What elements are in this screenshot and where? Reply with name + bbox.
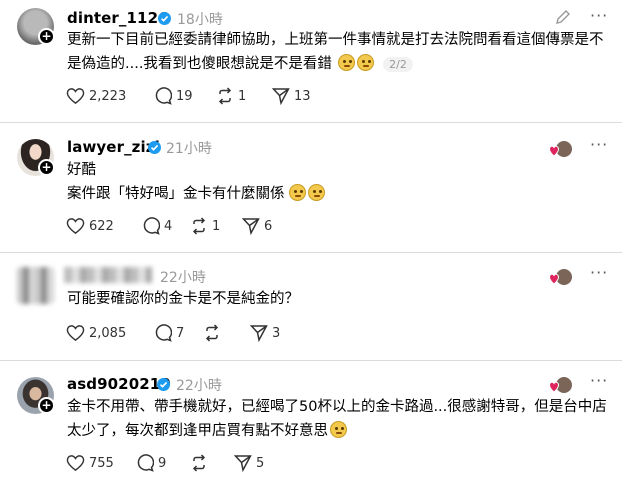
more-options-icon[interactable]: ···: [590, 263, 608, 282]
timestamp: 21小時: [166, 141, 212, 157]
share-button[interactable]: 3: [250, 323, 280, 343]
verified-badge-icon: [157, 378, 170, 391]
repost-button[interactable]: [203, 323, 225, 343]
comment-button[interactable]: 19: [154, 86, 193, 106]
page-indicator[interactable]: 2/2: [383, 57, 413, 72]
post-text: 金卡不用帶、帶手機就好，已經喝了50杯以上的金卡路過...很感謝特哥，但是台中店…: [67, 399, 607, 439]
like-button[interactable]: 622: [66, 216, 114, 236]
share-icon: [242, 218, 260, 235]
more-options-icon[interactable]: ···: [590, 6, 608, 25]
username[interactable]: dinter_1126: [67, 9, 169, 27]
repost-icon: [192, 217, 206, 235]
comment-post-3: 22小時 ··· 可能要確認你的金卡是不是純金的？ 2,085 7 3: [0, 253, 622, 360]
face-emoji: [330, 421, 347, 438]
share-count: 13: [294, 88, 311, 104]
heart-icon: [66, 455, 85, 472]
heart-icon: [66, 325, 85, 342]
username[interactable]: lawyer_zizi: [67, 138, 160, 156]
face-emoji: [356, 54, 374, 71]
post-text: 好酷 案件跟「特好喝」金卡有什麼關係: [67, 158, 607, 206]
like-count: 2,085: [89, 325, 127, 341]
share-count: 3: [272, 325, 281, 341]
author-liked-icon: [549, 269, 572, 285]
post-text: 更新一下目前已經委請律師協助，上班第一件事情就是打去法院問看看這個傳票是不是偽造…: [67, 32, 604, 72]
face-emoji: [307, 184, 325, 201]
timestamp: 22小時: [176, 378, 222, 394]
action-bar: 2,085 7 3: [66, 323, 366, 343]
share-button[interactable]: 13: [272, 86, 311, 106]
comment-count: 9: [158, 455, 167, 471]
timestamp: 22小時: [160, 270, 206, 286]
comment-button[interactable]: 4: [142, 216, 172, 236]
share-count: 5: [256, 455, 265, 471]
share-button[interactable]: 6: [242, 216, 272, 236]
more-options-icon[interactable]: ···: [590, 135, 608, 154]
username-redacted[interactable]: [64, 267, 152, 283]
action-bar: 2,223 19 1 13: [66, 86, 366, 106]
verified-badge-icon: [158, 12, 171, 25]
repost-count: 1: [238, 88, 247, 104]
repost-count: 1: [212, 218, 221, 234]
repost-button[interactable]: 1: [190, 216, 220, 236]
comment-icon: [137, 454, 154, 472]
comment-post-4: + asd9020210 22小時 ··· 金卡不用帶、帶手機就好，已經喝了50…: [0, 361, 622, 483]
like-count: 2,223: [89, 88, 127, 104]
comment-post-1: + dinter_1126 18小時 ··· 更新一下目前已經委請律師協助，上班…: [0, 0, 622, 120]
comment-button[interactable]: 7: [154, 323, 184, 343]
like-button[interactable]: 2,085: [66, 323, 126, 343]
like-button[interactable]: 755: [66, 453, 114, 473]
post-text: 可能要確認你的金卡是不是純金的？: [67, 291, 299, 307]
avatar[interactable]: [17, 267, 54, 304]
like-count: 755: [89, 455, 114, 471]
face-emoji: [337, 54, 355, 71]
follow-plus-icon[interactable]: +: [38, 28, 55, 45]
comment-icon: [143, 217, 160, 235]
repost-icon: [192, 454, 206, 472]
repost-icon: [218, 87, 232, 105]
verified-badge-icon: [148, 141, 161, 154]
username[interactable]: asd9020210: [67, 375, 171, 393]
heart-icon: [66, 218, 85, 235]
like-button[interactable]: 2,223: [66, 86, 126, 106]
face-emoji: [288, 184, 306, 201]
follow-plus-icon[interactable]: +: [38, 159, 55, 176]
comment-count: 4: [164, 218, 173, 234]
repost-button[interactable]: 1: [216, 86, 246, 106]
action-bar: 622 4 1 6: [66, 216, 366, 236]
comment-count: 19: [176, 88, 193, 104]
share-icon: [272, 88, 290, 105]
share-count: 6: [264, 218, 273, 234]
comment-post-2: + lawyer_zizi 21小時 ··· 好酷 案件跟「特好喝」金卡有什麼關…: [0, 123, 622, 251]
comment-icon: [155, 324, 172, 342]
edit-icon[interactable]: [554, 8, 572, 26]
repost-button[interactable]: [190, 453, 212, 473]
author-liked-icon: [549, 377, 572, 393]
timestamp: 18小時: [177, 12, 223, 28]
repost-icon: [205, 324, 219, 342]
more-options-icon[interactable]: ···: [590, 371, 608, 390]
comment-button[interactable]: 9: [136, 453, 166, 473]
heart-icon: [66, 88, 85, 105]
comment-count: 7: [176, 325, 185, 341]
action-bar: 755 9 5: [66, 453, 366, 473]
follow-plus-icon[interactable]: +: [38, 397, 55, 414]
share-icon: [234, 455, 252, 472]
share-button[interactable]: 5: [234, 453, 264, 473]
share-icon: [250, 325, 268, 342]
comment-icon: [155, 87, 172, 105]
like-count: 622: [89, 218, 114, 234]
